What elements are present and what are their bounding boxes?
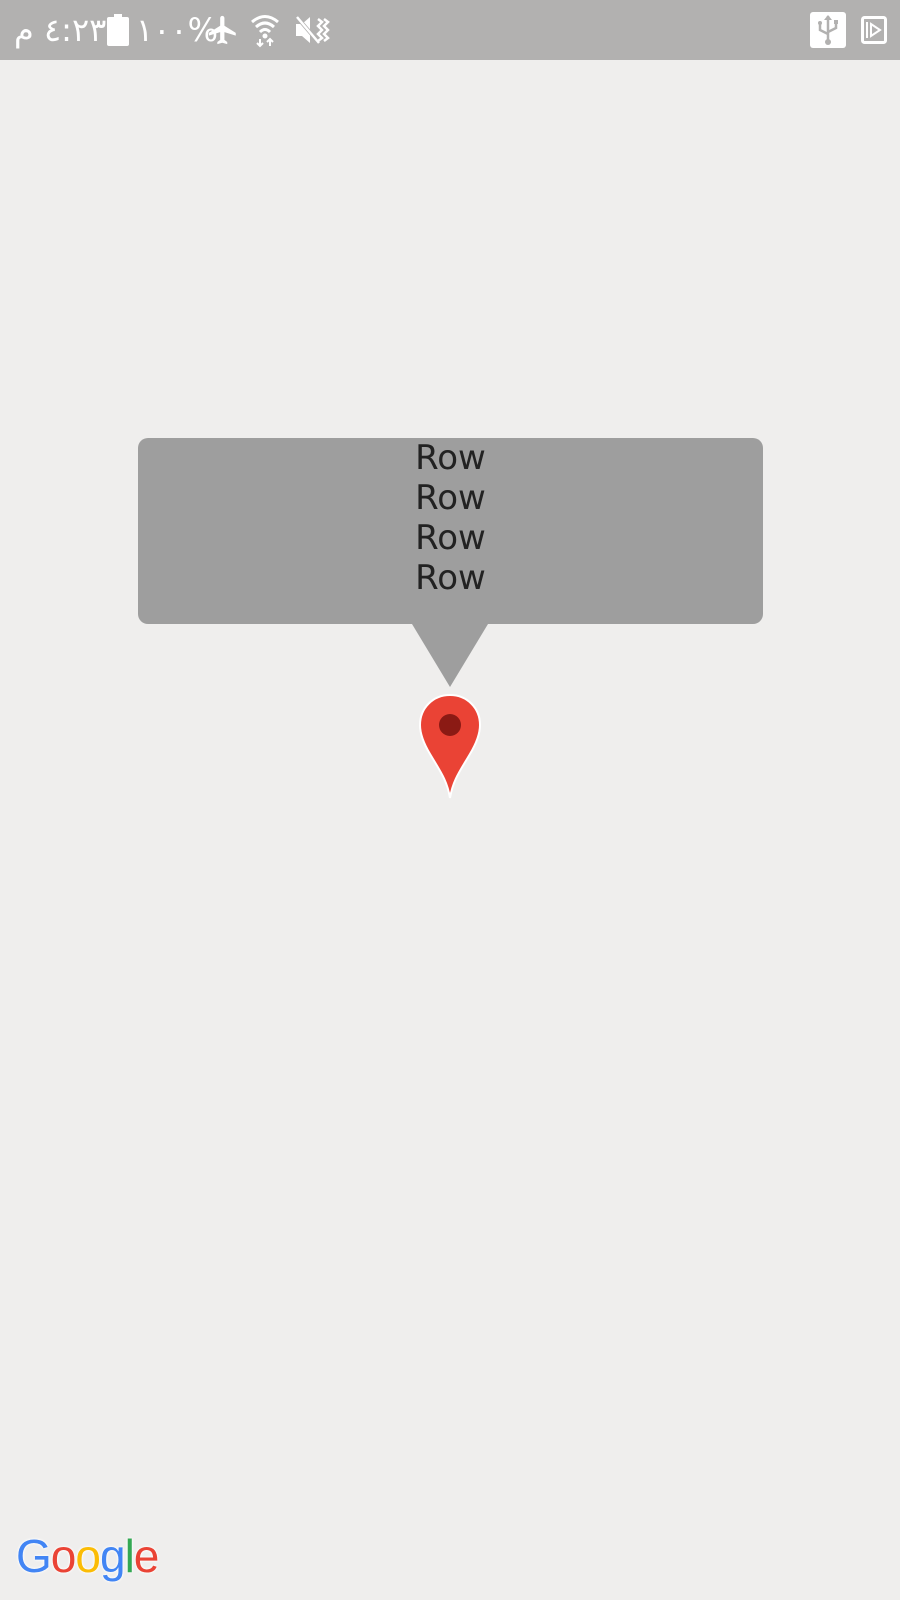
google-letter: o (50, 1530, 77, 1582)
screen-record-icon (861, 16, 887, 44)
status-bar: ٤:٢٣ م %١٠٠ (0, 0, 900, 60)
info-row: Row (415, 438, 486, 478)
info-row: Row (415, 558, 486, 598)
google-letter: g (99, 1530, 126, 1582)
info-window-content: Row Row Row Row (138, 438, 763, 598)
info-window[interactable]: Row Row Row Row (138, 438, 763, 624)
google-letter: G (16, 1530, 52, 1582)
airplane-mode-icon (208, 15, 236, 45)
google-letter: e (133, 1530, 160, 1582)
wifi-icon (251, 15, 279, 48)
map-pin-icon[interactable] (416, 692, 484, 800)
google-letter: l (124, 1530, 135, 1582)
info-window-tail (412, 624, 488, 687)
battery-icon (107, 14, 129, 46)
usb-icon (810, 12, 846, 48)
google-letter: o (75, 1530, 101, 1582)
info-row: Row (415, 518, 486, 558)
map-canvas[interactable] (0, 60, 900, 1600)
vibrate-mute-icon (294, 14, 330, 46)
google-logo: Google (16, 1528, 160, 1584)
info-row: Row (415, 478, 486, 518)
status-time: ٤:٢٣ م (14, 11, 107, 49)
